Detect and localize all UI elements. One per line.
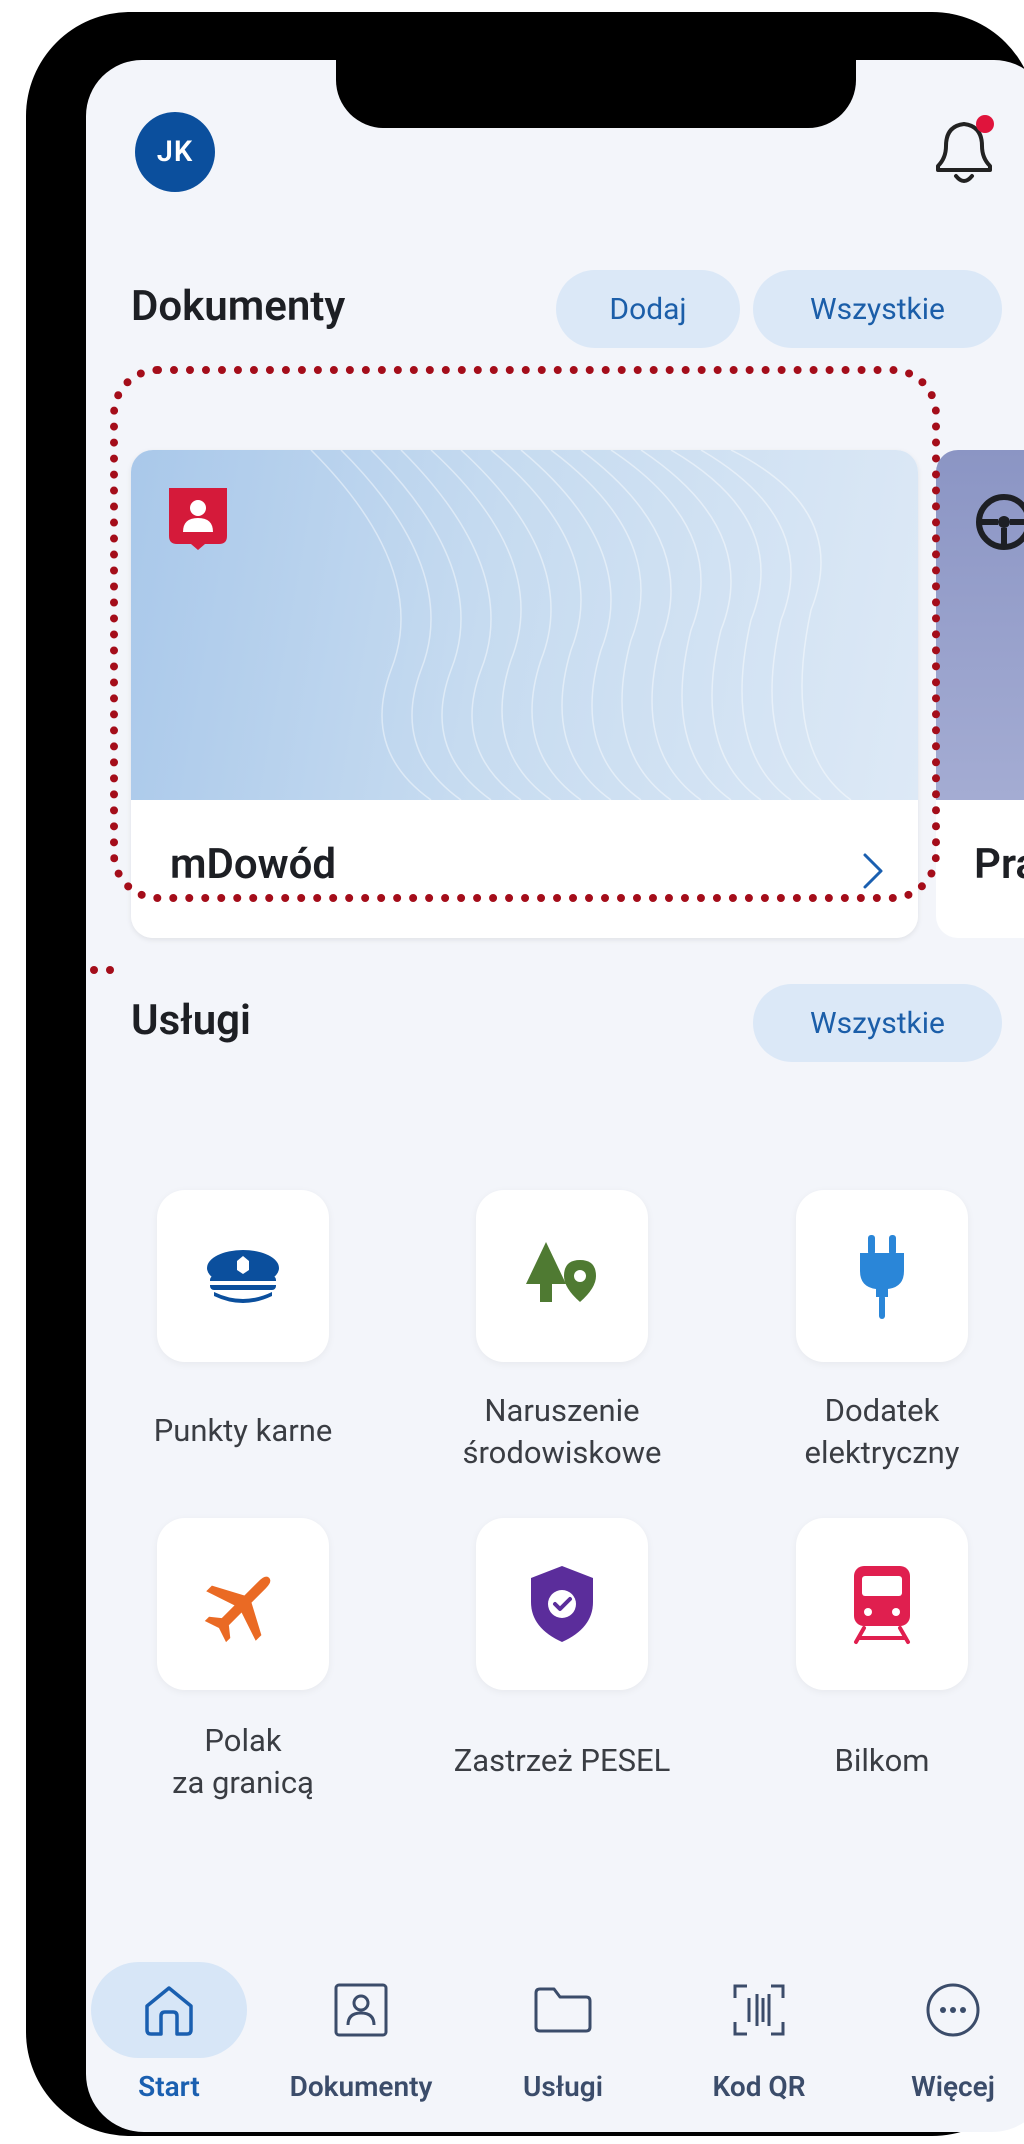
document-person-icon [334,1983,388,2037]
service-label: Dodatek elektryczny [804,1392,960,1471]
avatar[interactable]: JK [135,112,215,192]
notifications-button[interactable] [924,100,1004,200]
tab-uslugi[interactable]: Usługi [468,1962,658,2132]
all-services-button[interactable]: Wszystkie [753,984,1002,1062]
home-icon [145,1986,193,2036]
phone-frame: JK Dokumenty Dodaj Wszystkie mDowód Pr U… [26,12,1024,2136]
plug-icon [860,1235,904,1319]
tab-label: Dokumenty [289,2070,433,2103]
highlight-pointer [90,966,114,974]
qr-scan-icon [733,1984,785,2036]
tab-label: Start [138,2070,200,2103]
notification-dot [976,115,994,133]
train-icon [854,1566,910,1644]
more-icon [926,1983,980,2037]
airplane-icon [204,1576,271,1643]
tab-label: Kod QR [712,2070,806,2103]
police-cap-icon [207,1250,279,1303]
service-label: Naruszenie środowiskowe [462,1392,662,1471]
service-label: Zastrzeż PESEL [453,1742,671,1779]
service-label: Punkty karne [153,1412,333,1449]
tab-start[interactable]: Start [86,1962,264,2132]
document-card-prawo-jazdy[interactable]: Pra [936,450,1024,938]
all-documents-button[interactable]: Wszystkie [753,270,1002,348]
tree-location-icon [526,1242,596,1302]
tab-wiecej[interactable]: Więcej [858,1962,1024,2132]
bell-icon [936,115,994,183]
services-title: Usługi [131,996,251,1045]
tab-label: Więcej [911,2070,995,2103]
tab-dokumenty[interactable]: Dokumenty [266,1962,456,2132]
add-document-button[interactable]: Dodaj [556,270,740,348]
tab-label: Usługi [523,2070,603,2103]
service-label: Polak za granicą [172,1722,314,1801]
app-screen: JK Dokumenty Dodaj Wszystkie mDowód Pr U… [86,60,1024,2132]
phone-notch [336,60,856,128]
document-card-image [936,450,1024,800]
highlight-outline [90,366,940,974]
documents-title: Dokumenty [131,282,346,331]
folder-icon [534,1987,592,2033]
steering-wheel-icon [976,494,1024,550]
service-label: Bilkom [834,1742,930,1779]
shield-check-icon [531,1566,593,1642]
bottom-tab-bar: Start Dokumenty Usługi Kod QR Więcej [86,1962,1024,2132]
document-name: Pra [974,840,1024,889]
tab-kod-qr[interactable]: Kod QR [664,1962,854,2132]
